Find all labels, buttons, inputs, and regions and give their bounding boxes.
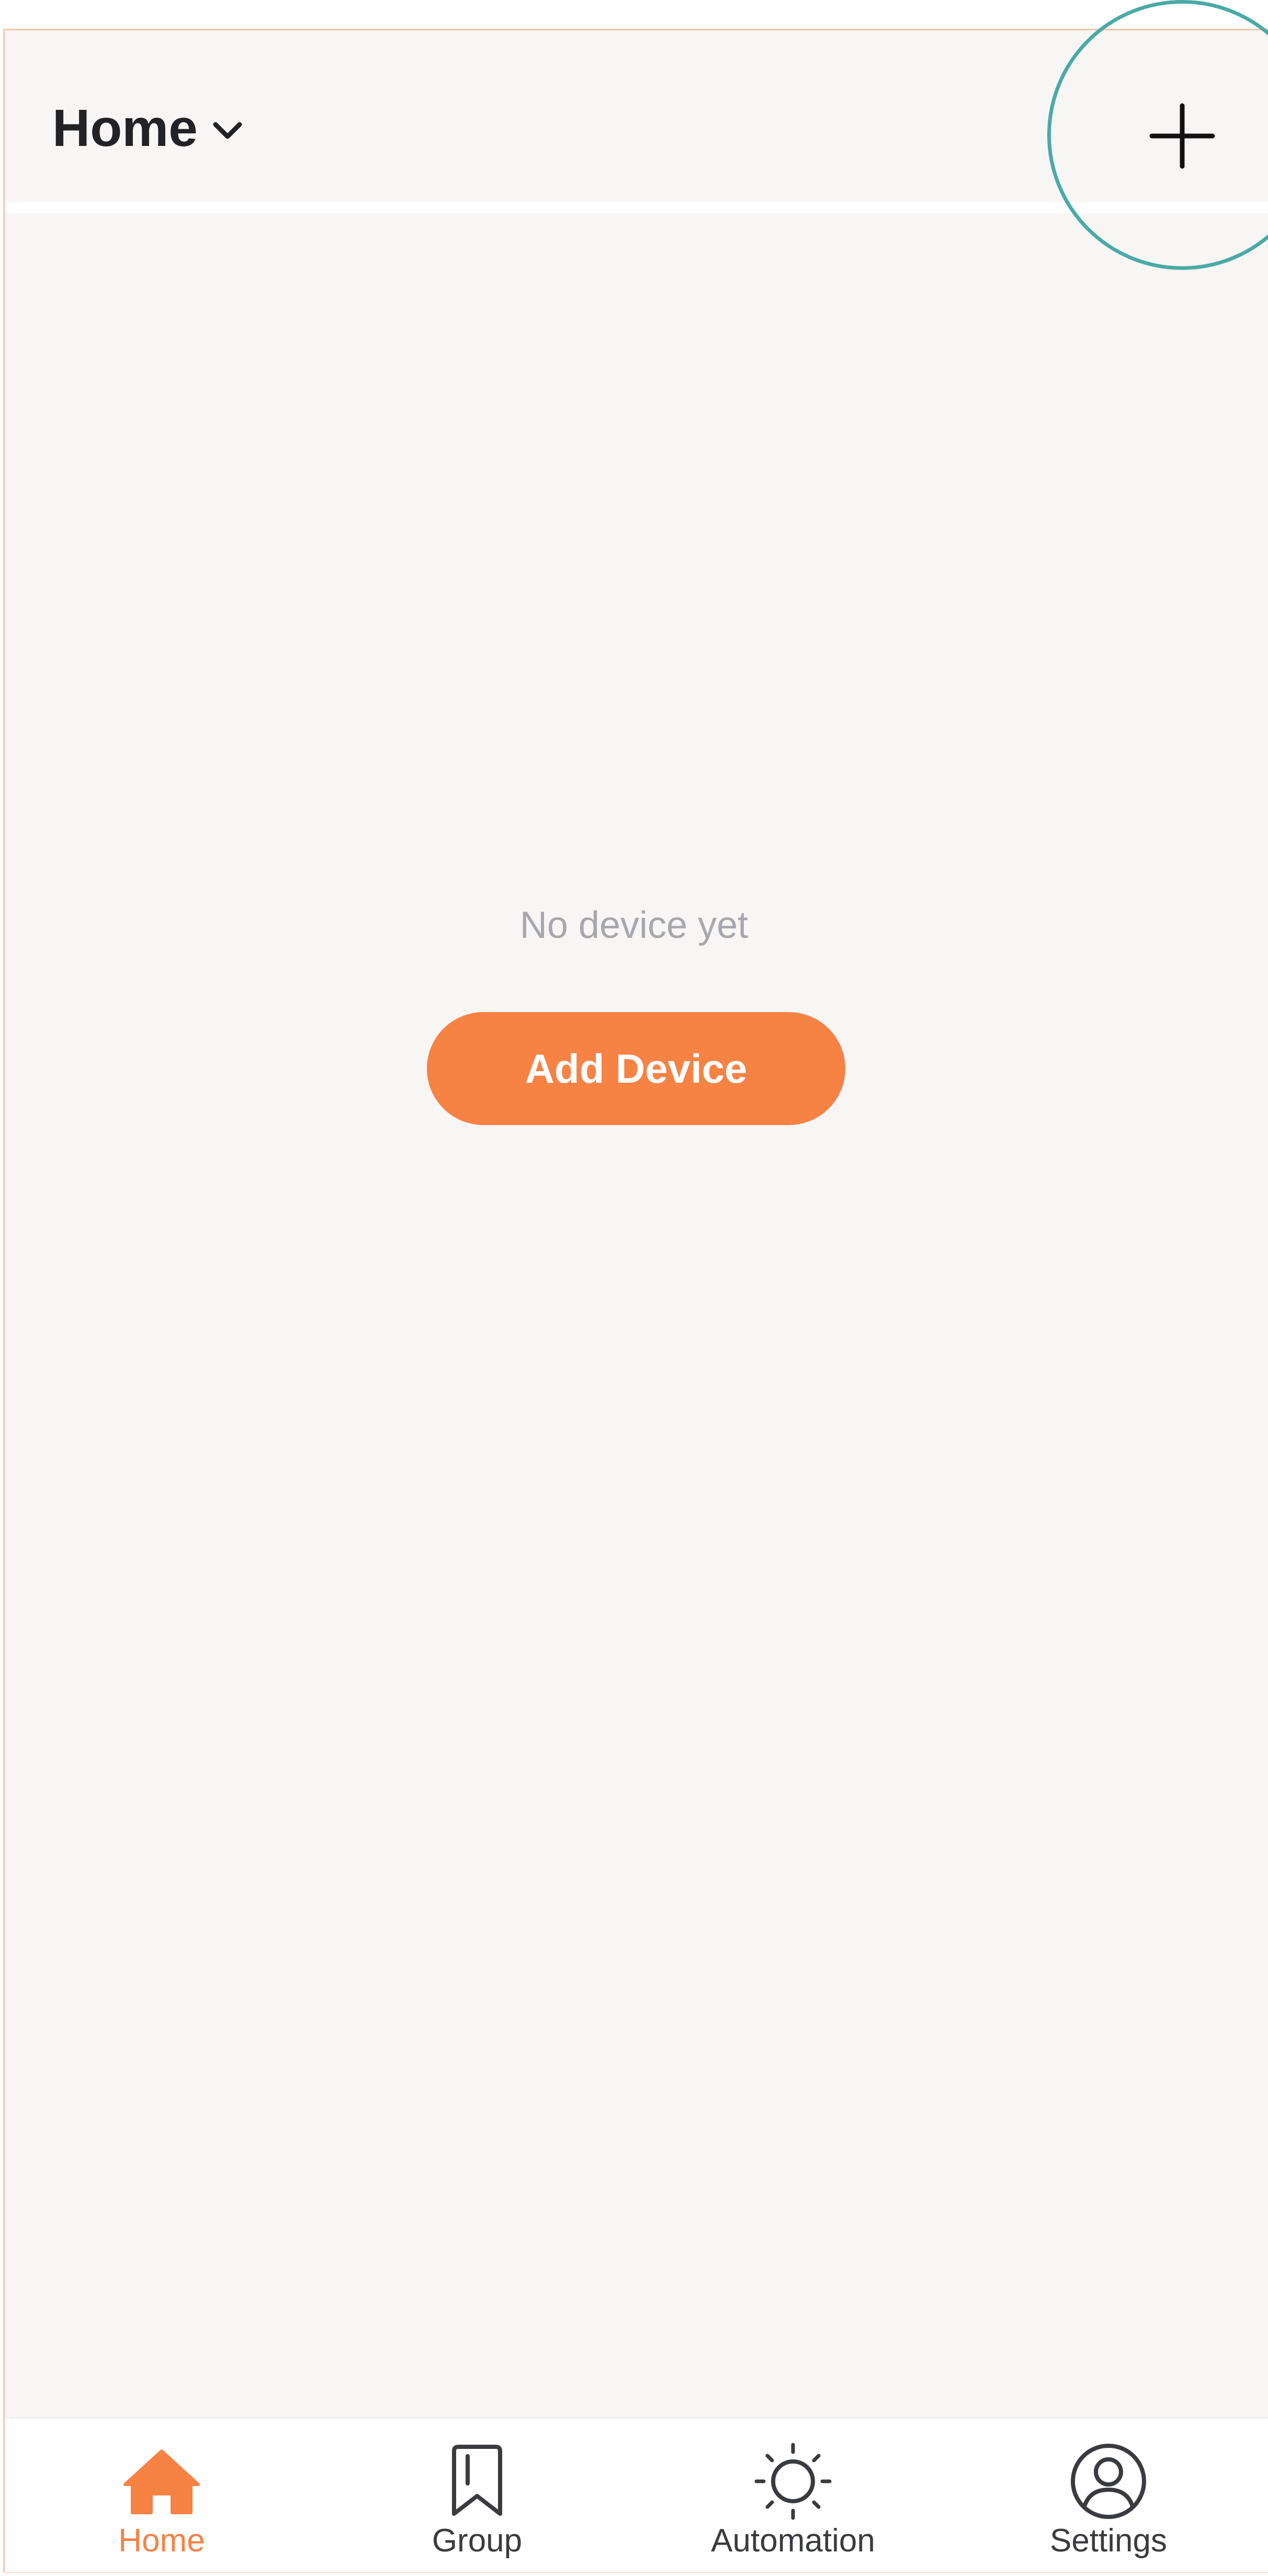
bottom-tab-bar: Home Group Automation Settings <box>5 2418 1268 2572</box>
tab-automation[interactable]: Automation <box>688 2419 898 2572</box>
app-screen: Home No device yet Add Device Home Group <box>0 0 1268 2576</box>
tab-automation-label: Automation <box>711 2523 875 2559</box>
home-title: Home <box>52 99 198 157</box>
tab-home-label: Home <box>118 2523 205 2559</box>
chevron-down-icon <box>213 122 242 139</box>
empty-state-message: No device yet <box>519 904 749 946</box>
home-icon <box>123 2449 200 2514</box>
plus-icon[interactable] <box>1140 94 1224 178</box>
bookmark-icon <box>452 2445 502 2516</box>
add-device-button[interactable]: Add Device <box>427 1012 845 1125</box>
sun-icon <box>754 2443 832 2520</box>
tab-home[interactable]: Home <box>57 2419 266 2572</box>
home-selector[interactable]: Home <box>52 102 243 154</box>
app-frame <box>3 29 1268 2573</box>
tab-settings[interactable]: Settings <box>1004 2419 1213 2572</box>
tab-group[interactable]: Group <box>372 2419 582 2572</box>
user-circle-icon <box>1071 2444 1146 2519</box>
tab-group-label: Group <box>432 2523 523 2559</box>
tab-settings-label: Settings <box>1049 2523 1168 2559</box>
